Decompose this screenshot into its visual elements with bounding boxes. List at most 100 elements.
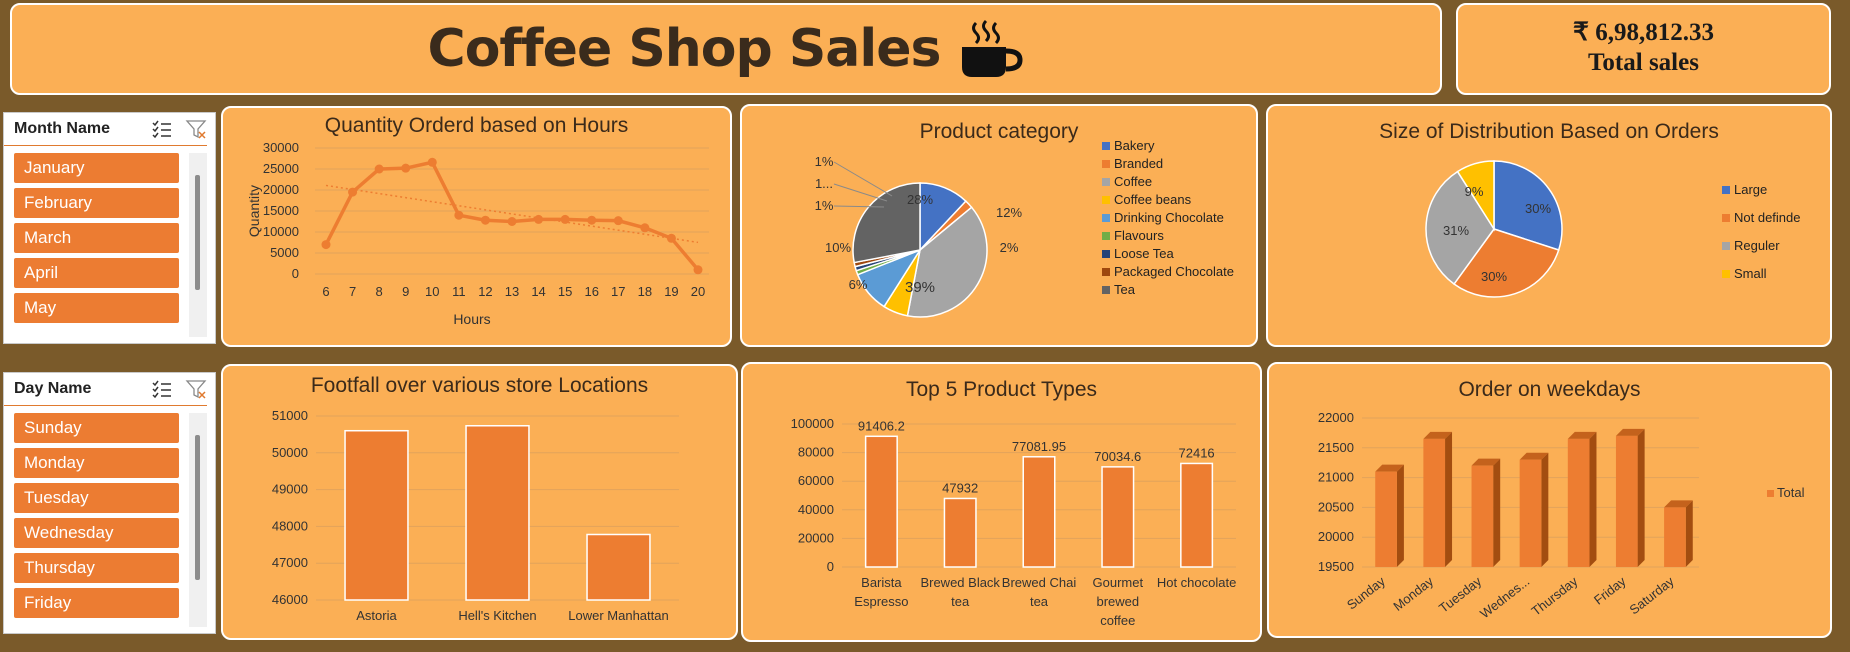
bar [1615, 435, 1638, 567]
data-point [666, 233, 676, 243]
day-slicer[interactable]: Day Name Sunday Monday Tuesday Wednesday Thu… [3, 372, 216, 634]
x-tick-label: Hot chocolate [1157, 575, 1237, 590]
y-tick-label: 48000 [272, 518, 308, 533]
y-tick-label: 10000 [263, 224, 299, 239]
weekday-orders-card: Order on weekdays 22000 21500 21000 20500 20… [1267, 362, 1832, 638]
total-sales-card: ₹ 6,98,812.33 Total sales [1456, 3, 1831, 95]
y-tick-label: 0 [827, 559, 834, 574]
y-tick-label: 0 [292, 266, 299, 281]
legend-swatch [1102, 196, 1110, 204]
data-label: 1% [815, 198, 834, 213]
data-point [427, 157, 437, 167]
legend-swatch [1722, 186, 1730, 194]
slicer-item-month-april[interactable]: April [14, 258, 179, 288]
hours-line-chart-card: Quantity Orderd based on Hours 30000 2500… [221, 106, 732, 347]
legend-label: Bakery [1114, 138, 1155, 153]
clear-filter-icon[interactable] [185, 378, 207, 400]
legend-label: Drinking Chocolate [1114, 210, 1224, 225]
legend-swatch [1102, 268, 1110, 276]
y-tick-label: 22000 [1318, 410, 1354, 425]
month-slicer[interactable]: Month Name January February March April May [3, 112, 216, 344]
x-tick-label: 9 [402, 284, 409, 299]
series-line [324, 160, 700, 271]
bar [1101, 466, 1135, 568]
x-tick-label: Lower Manhattan [568, 608, 668, 623]
legend-label: Large [1734, 182, 1767, 197]
x-tick-label: 12 [478, 284, 492, 299]
scroll-thumb[interactable] [195, 435, 200, 580]
y-tick-label: 46000 [272, 592, 308, 607]
x-tick-label: 10 [425, 284, 439, 299]
slicer-item-month-may[interactable]: May [14, 293, 179, 323]
top5-products-bar-chart: 100000 80000 60000 40000 20000 0 91406.2 Barist… [791, 416, 1237, 628]
data-point [534, 214, 544, 224]
data-label: 77081.95 [1012, 439, 1066, 454]
x-tick-label: 15 [558, 284, 572, 299]
x-tick-label: tea [1030, 594, 1049, 609]
data-label: 39% [905, 279, 935, 296]
legend-swatch [1722, 214, 1730, 222]
x-tick-label: 7 [349, 284, 356, 299]
bar [943, 497, 977, 568]
x-tick-label: 8 [376, 284, 383, 299]
bar-side [1445, 431, 1453, 567]
footfall-bar-chart: 51000 50000 49000 48000 47000 46000 Astoria Hel… [272, 408, 679, 623]
multi-select-icon[interactable] [151, 378, 173, 400]
slicer-item-month-february[interactable]: February [14, 188, 179, 218]
y-tick-label: 49000 [272, 482, 308, 497]
y-axis-label: Quantity [246, 185, 262, 237]
slicer-item-day-wednesday[interactable]: Wednesday [14, 518, 179, 548]
x-tick-label: Gourmet [1093, 575, 1144, 590]
x-axis-label: Hours [453, 311, 490, 327]
legend-swatch [1767, 490, 1774, 497]
legend-swatch [1722, 242, 1730, 250]
slicer-item-month-march[interactable]: March [14, 223, 179, 253]
multi-select-icon[interactable] [151, 118, 173, 140]
product-category-card: Product category 12% 2% 39% 6% 10% 1% 1... 1% 28… [740, 104, 1258, 347]
product-category-pie: 12% 2% 39% 6% 10% 1% 1... 1% 28% Bakery Branded Cof… [815, 138, 1234, 318]
x-tick-label: Monday [1390, 573, 1436, 614]
total-sales-value: ₹ 6,98,812.33 [1573, 19, 1714, 46]
bar [1022, 456, 1056, 568]
data-label: 31% [1443, 223, 1469, 238]
leader-line [833, 161, 893, 197]
x-tick-label: Sunday [1344, 573, 1388, 612]
leader-line [833, 183, 888, 202]
y-tick-label: 20000 [263, 182, 299, 197]
x-tick-label: Hell's Kitchen [458, 608, 536, 623]
day-slicer-title: Day Name [14, 380, 92, 397]
slicer-item-day-thursday[interactable]: Thursday [14, 553, 179, 583]
data-label: 12% [996, 205, 1022, 220]
y-tick-label: 60000 [798, 473, 834, 488]
weekday-orders-bar-chart: 22000 21500 21000 20500 20000 19500Sunday Mond… [1318, 410, 1805, 621]
bar-side [1541, 452, 1549, 567]
legend-swatch [1102, 286, 1110, 294]
day-slicer-scrollbar[interactable] [189, 413, 207, 627]
day-slicer-items: Sunday Monday Tuesday Wednesday Thursday Frid… [14, 413, 179, 623]
data-point [321, 240, 331, 250]
month-slicer-items: January February March April May [14, 153, 179, 328]
slicer-item-day-tuesday[interactable]: Tuesday [14, 483, 179, 513]
data-point [401, 163, 411, 173]
y-tick-label: 47000 [272, 555, 308, 570]
data-point [587, 215, 597, 225]
x-tick-label: 16 [584, 284, 598, 299]
x-tick-label: Thursday [1529, 573, 1581, 618]
data-label: 72416 [1179, 445, 1215, 460]
legend-label: Coffee beans [1114, 192, 1192, 207]
legend-swatch [1102, 214, 1110, 222]
slicer-item-day-monday[interactable]: Monday [14, 448, 179, 478]
slicer-item-day-sunday[interactable]: Sunday [14, 413, 179, 443]
data-label: 2% [1000, 240, 1019, 255]
data-point [507, 217, 517, 226]
x-tick-label: 18 [638, 284, 652, 299]
month-slicer-header: Month Name [4, 113, 207, 146]
month-slicer-scrollbar[interactable] [189, 153, 207, 337]
slicer-item-month-january[interactable]: January [14, 153, 179, 183]
clear-filter-icon[interactable] [185, 118, 207, 140]
data-label: 70034.6 [1094, 449, 1141, 464]
y-tick-label: 51000 [272, 408, 308, 423]
scroll-thumb[interactable] [195, 175, 200, 290]
slicer-item-day-friday[interactable]: Friday [14, 588, 179, 618]
title-banner: Coffee Shop Sales [10, 3, 1442, 95]
